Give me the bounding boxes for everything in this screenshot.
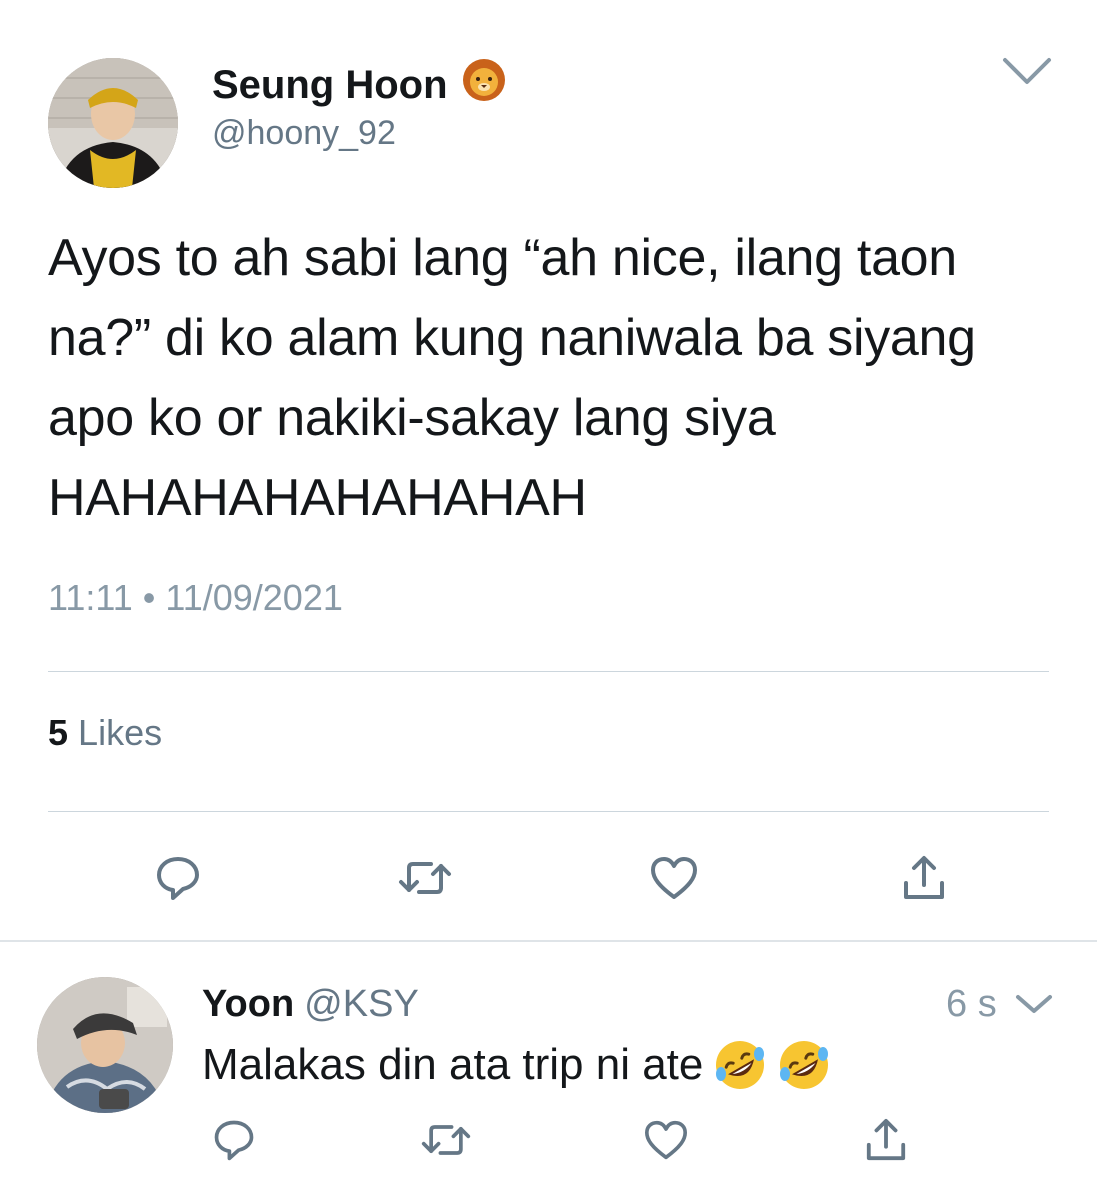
lion-face-icon — [462, 58, 506, 112]
share-icon[interactable] — [856, 1110, 916, 1170]
share-icon[interactable] — [894, 848, 954, 908]
divider — [48, 671, 1049, 672]
rolling-on-floor-laughing-icon — [777, 1038, 831, 1092]
divider — [48, 811, 1049, 812]
likes-count-link[interactable]: 5 Likes — [48, 712, 162, 754]
likes-label: Likes — [78, 712, 163, 753]
display-name-text: Seung Hoon — [212, 62, 448, 107]
reply-icon[interactable] — [148, 848, 208, 908]
reply-display-name: Yoon — [202, 983, 295, 1025]
chevron-down-icon[interactable] — [1001, 56, 1053, 86]
reply-time: 6 s — [946, 983, 997, 1025]
reply-icon[interactable] — [204, 1110, 264, 1170]
author-display-name[interactable]: Seung Hoon — [212, 58, 506, 112]
divider — [0, 940, 1097, 942]
reply-author-avatar[interactable] — [37, 977, 173, 1113]
avatar-photo — [48, 58, 178, 188]
likes-number: 5 — [48, 712, 69, 753]
reply-text: Malakas din ata trip ni ate — [202, 1040, 704, 1089]
tweet-text: Ayos to ah sabi lang “ah nice, ilang tao… — [48, 229, 976, 527]
retweet-icon[interactable] — [416, 1110, 476, 1170]
author-handle[interactable]: @hoony_92 — [212, 114, 396, 153]
reply-text-line: Malakas din ata trip ni ate — [202, 1038, 831, 1092]
reply-author-line[interactable]: Yoon @KSY — [202, 983, 419, 1026]
author-avatar[interactable] — [48, 58, 178, 188]
reply-handle: @KSY — [304, 983, 419, 1025]
retweet-icon[interactable] — [395, 848, 455, 908]
like-icon[interactable] — [636, 1110, 696, 1170]
avatar-photo — [37, 977, 173, 1113]
chevron-down-icon[interactable] — [1014, 993, 1054, 1015]
tweet-timestamp[interactable]: 11:11 • 11/09/2021 — [48, 577, 343, 619]
rolling-on-floor-laughing-icon — [713, 1038, 767, 1092]
like-icon[interactable] — [644, 848, 704, 908]
